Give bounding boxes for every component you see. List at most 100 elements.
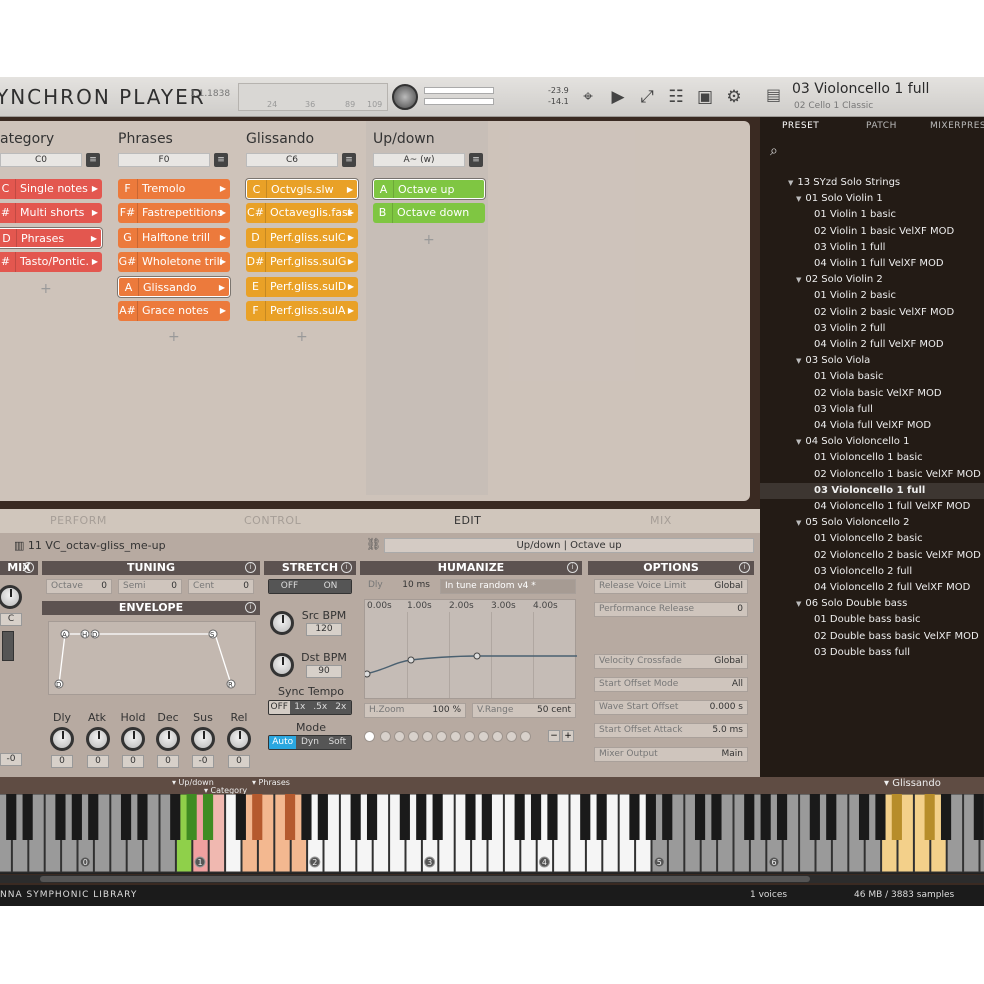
- master-volume-knob[interactable]: [392, 84, 418, 110]
- play-icon[interactable]: ▶: [607, 86, 629, 108]
- black-key[interactable]: [514, 794, 525, 840]
- rel-knob[interactable]: [227, 727, 251, 751]
- black-key[interactable]: [596, 794, 607, 840]
- sync-half-button[interactable]: .5x: [310, 701, 331, 714]
- vrange-field[interactable]: V.Range 50 cent: [472, 703, 576, 718]
- articulation-cell[interactable]: D# Perf.gliss.sulG ▶: [246, 252, 358, 273]
- sync-tempo-selector[interactable]: OFF 1x .5x 2x: [268, 700, 352, 715]
- keyboard-scrollbar[interactable]: [0, 875, 984, 883]
- tree-folder[interactable]: ▼ 05 Solo Violoncello 2: [760, 515, 984, 531]
- semi-field[interactable]: Semi 0: [118, 579, 182, 594]
- add-articulation-icon[interactable]: +: [168, 329, 180, 345]
- black-key[interactable]: [973, 794, 984, 840]
- articulation-cell[interactable]: C Single notes ▶: [0, 179, 102, 199]
- layers-icon[interactable]: ≡: [86, 153, 100, 167]
- stretch-off-button[interactable]: OFF: [269, 580, 310, 593]
- tree-preset[interactable]: 03 Violoncello 2 full: [760, 564, 984, 580]
- humanize-preset-select[interactable]: In tune random v4 *: [440, 579, 576, 594]
- black-key[interactable]: [137, 794, 148, 840]
- humanize-delay-field[interactable]: Dly 10 ms: [364, 579, 434, 594]
- articulation-cell[interactable]: C# Octaveglis.fast ▶: [246, 203, 358, 224]
- sus-knob[interactable]: [191, 727, 215, 751]
- layers-icon[interactable]: ≡: [469, 153, 483, 167]
- mode-soft-button[interactable]: Soft: [323, 736, 351, 749]
- mode-selector[interactable]: Auto Dyn Soft: [268, 735, 352, 750]
- black-key[interactable]: [645, 794, 656, 840]
- tree-preset[interactable]: 02 Violoncello 2 basic VelXF MOD: [760, 548, 984, 564]
- tab-mix[interactable]: MIX: [650, 514, 672, 527]
- cent-field[interactable]: Cent 0: [188, 579, 254, 594]
- black-key[interactable]: [55, 794, 66, 840]
- mixer-output-field[interactable]: Mixer Output Main: [594, 747, 748, 762]
- src-bpm-value[interactable]: 120: [306, 623, 342, 636]
- tree-preset[interactable]: 01 Viola basic: [760, 369, 984, 385]
- articulation-cell[interactable]: # Tasto/Pontic. ▶: [0, 252, 102, 273]
- tree-preset[interactable]: 03 Violin 1 full: [760, 240, 984, 256]
- black-key[interactable]: [120, 794, 132, 840]
- tree-folder[interactable]: ▼ 13 SYzd Solo Strings: [760, 175, 984, 191]
- black-key[interactable]: [88, 794, 99, 840]
- sync-1x-button[interactable]: 1x: [289, 701, 310, 714]
- location-pin-icon[interactable]: ⌖: [577, 86, 599, 108]
- browser-tab-patch[interactable]: PATCH: [866, 121, 897, 131]
- tree-preset[interactable]: 01 Double bass basic: [760, 612, 984, 628]
- tree-preset[interactable]: 02 Violoncello 1 basic VelXF MOD: [760, 467, 984, 483]
- octave-field[interactable]: Octave 0: [46, 579, 112, 594]
- humanize-slot-dot[interactable]: [422, 731, 433, 742]
- tree-folder[interactable]: ▼ 02 Solo Violin 2: [760, 272, 984, 288]
- articulation-cell[interactable]: F# Fastrepetitions ▶: [118, 203, 230, 224]
- black-key[interactable]: [940, 794, 952, 840]
- tree-preset[interactable]: 01 Violoncello 1 basic: [760, 450, 984, 466]
- tree-preset[interactable]: 01 Violoncello 2 basic: [760, 531, 984, 547]
- tree-preset[interactable]: 03 Viola full: [760, 402, 984, 418]
- tree-folder[interactable]: ▼ 03 Solo Viola: [760, 353, 984, 369]
- velocity-crossfade-field[interactable]: Velocity Crossfade Global: [594, 654, 748, 669]
- gear-icon[interactable]: ⚙: [723, 86, 745, 108]
- black-key[interactable]: [22, 794, 33, 840]
- piano-keyboard[interactable]: 0 1 2 3 4 5 6: [0, 793, 984, 874]
- info-icon[interactable]: i: [341, 562, 352, 573]
- humanize-remove-button[interactable]: −: [548, 730, 560, 742]
- dly-knob[interactable]: [50, 727, 74, 751]
- tree-preset[interactable]: 02 Violin 1 basic VelXF MOD: [760, 224, 984, 240]
- black-key[interactable]: [301, 794, 312, 840]
- info-icon[interactable]: i: [245, 562, 256, 573]
- tree-preset[interactable]: 02 Viola basic VelXF MOD: [760, 386, 984, 402]
- tab-edit[interactable]: EDIT: [454, 514, 481, 527]
- articulation-cell[interactable]: G# Wholetone trill ▶: [118, 252, 230, 273]
- tab-perform[interactable]: PERFORM: [50, 514, 107, 527]
- dly-value[interactable]: 0: [51, 755, 73, 768]
- column-keyswitch-select[interactable]: A~ (w): [373, 153, 465, 167]
- black-key[interactable]: [465, 794, 476, 840]
- envelope-graph[interactable]: D A H D S R: [48, 621, 256, 695]
- layers-icon[interactable]: ≡: [214, 153, 228, 167]
- hold-value[interactable]: 0: [122, 755, 144, 768]
- tree-preset[interactable]: 04 Violin 2 full VelXF MOD: [760, 337, 984, 353]
- articulation-cell[interactable]: D Perf.gliss.sulC ▶: [246, 227, 358, 248]
- articulation-cell[interactable]: C Octvgls.slw ▶: [246, 179, 358, 199]
- black-key[interactable]: [760, 794, 771, 840]
- column-keyswitch-select[interactable]: C6: [246, 153, 338, 167]
- black-key[interactable]: [170, 794, 181, 840]
- black-key[interactable]: [284, 794, 296, 840]
- tree-preset[interactable]: 03 Violoncello 1 full: [760, 482, 984, 499]
- rel-value[interactable]: 0: [228, 755, 250, 768]
- black-key[interactable]: [858, 794, 870, 840]
- black-key[interactable]: [71, 794, 82, 840]
- mode-auto-button[interactable]: Auto: [269, 736, 297, 749]
- humanize-curve-graph[interactable]: 0.00s 1.00s 2.00s 3.00s 4.00s: [364, 599, 577, 699]
- humanize-slot-dot[interactable]: [436, 731, 447, 742]
- black-key[interactable]: [186, 794, 197, 840]
- caret-down-icon[interactable]: ▼: [796, 276, 801, 284]
- layers-icon[interactable]: ≡: [342, 153, 356, 167]
- humanize-slot-dot[interactable]: [408, 731, 419, 742]
- articulation-cell[interactable]: F Perf.gliss.sulA ▶: [246, 301, 358, 321]
- link-icon[interactable]: ⛓: [366, 537, 381, 551]
- keyboard-keys[interactable]: 0 1 2 3 4 5 6: [0, 793, 984, 874]
- black-key[interactable]: [875, 794, 886, 840]
- tree-preset[interactable]: 03 Violin 2 full: [760, 321, 984, 337]
- black-key[interactable]: [826, 794, 837, 840]
- black-key[interactable]: [694, 794, 706, 840]
- mode-dyn-button[interactable]: Dyn: [296, 736, 324, 749]
- humanize-slot-dot[interactable]: [520, 731, 531, 742]
